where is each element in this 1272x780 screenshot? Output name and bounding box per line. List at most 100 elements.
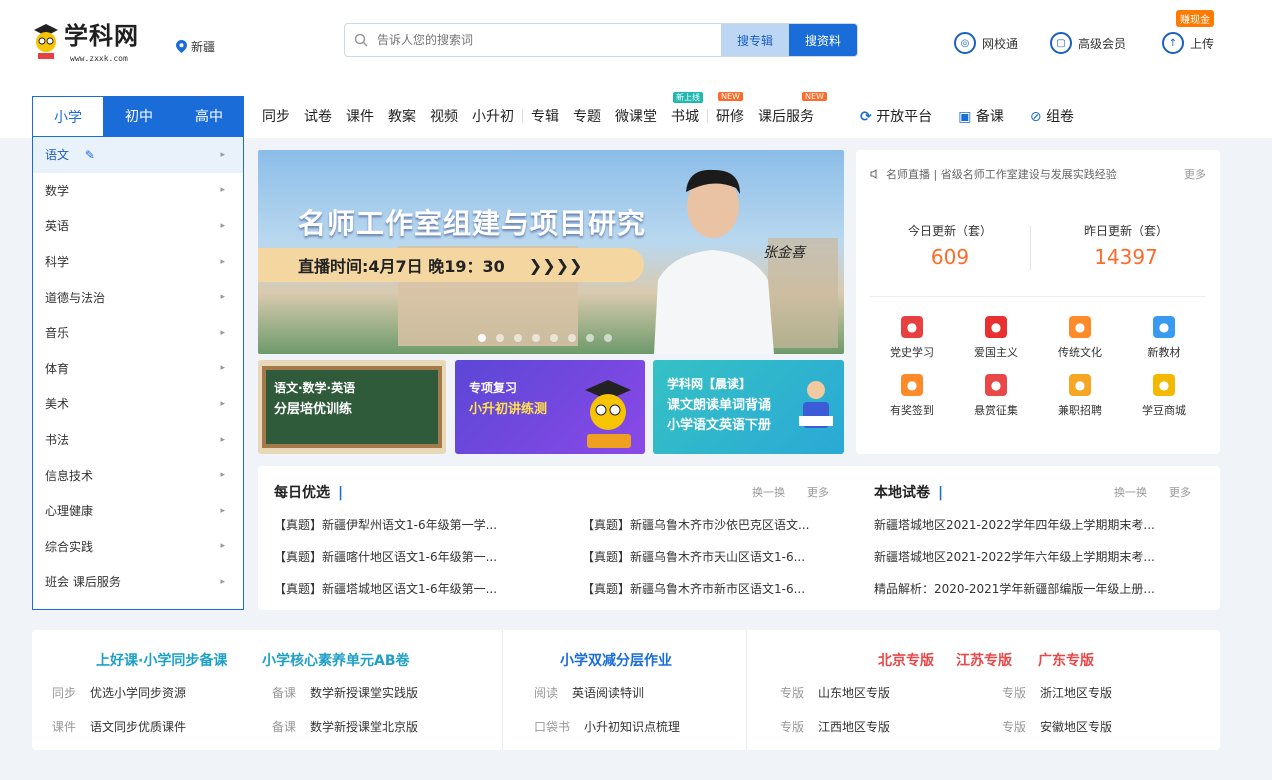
school-link[interactable]: ◎ 网校通 xyxy=(954,32,1018,54)
special-link[interactable]: 专版 山东地区专版 xyxy=(780,684,890,701)
search-input[interactable] xyxy=(377,24,721,56)
local-title: 本地试卷 | xyxy=(874,482,943,502)
sidebar-item[interactable]: 音乐 ▸ xyxy=(33,315,243,351)
beijing-edition-heading[interactable]: 北京专版 xyxy=(878,650,934,670)
sidebar-item[interactable]: 心理健康 ▸ xyxy=(33,493,243,529)
special-link[interactable]: 专版 安徽地区专版 xyxy=(1002,718,1112,735)
sidebar-item-label: 信息技术 xyxy=(45,468,94,483)
chevron-right-icon: ▸ xyxy=(220,292,225,303)
jiangsu-edition-heading[interactable]: 江苏专版 xyxy=(956,650,1012,670)
list-item[interactable]: 新疆塔城地区2021-2022学年四年级上学期期末考... xyxy=(874,516,1194,533)
tab-senior[interactable]: 高中 xyxy=(174,96,244,136)
nav-video[interactable]: 视频 xyxy=(430,106,458,126)
nav-prepare[interactable]: ▣ 备课 xyxy=(958,106,1004,126)
special-link[interactable]: 专版 浙江地区专版 xyxy=(1002,684,1112,701)
site-logo[interactable]: 学科网 www.zxxk.com xyxy=(30,22,160,68)
carousel-dot[interactable] xyxy=(514,334,522,342)
nav-micro-class[interactable]: 微课堂 xyxy=(615,106,657,126)
list-item[interactable]: 【真题】新疆塔城地区语文1-6年级第一... xyxy=(274,580,532,597)
special-link[interactable]: 阅读 英语阅读特训 xyxy=(534,684,644,701)
promo-card-reading[interactable]: 学科网【晨读】 课文朗读单词背诵 小学语文英语下册 xyxy=(653,360,844,454)
sidebar-item[interactable]: 信息技术 ▸ xyxy=(33,457,243,493)
sidebar-item[interactable]: 道德与法治 ▸ xyxy=(33,279,243,315)
chevron-right-icon: ▸ xyxy=(220,470,225,481)
search-bar: 搜专辑 搜资料 xyxy=(344,23,858,57)
nav-topic[interactable]: 专题 xyxy=(573,106,601,126)
daily-swap-link[interactable]: 换一换 xyxy=(752,484,785,500)
feature-item[interactable]: ● 传统文化 xyxy=(1038,316,1122,360)
book-icon: ● xyxy=(1153,316,1175,338)
feature-item[interactable]: ● 学豆商城 xyxy=(1122,374,1206,418)
list-item[interactable]: 新疆塔城地区2021-2022学年六年级上学期期末考... xyxy=(874,548,1194,565)
nav-open-platform[interactable]: ⟳ 开放平台 xyxy=(860,106,932,126)
tab-junior[interactable]: 初中 xyxy=(104,96,174,136)
nav-lesson-plan[interactable]: 教案 xyxy=(388,106,416,126)
live-notice[interactable]: 名师直播 | 省级名师工作室建设与发展实践经验 更多 xyxy=(870,166,1206,182)
search-album-button[interactable]: 搜专辑 xyxy=(721,24,789,56)
sync-prep-heading[interactable]: 上好课·小学同步备课 xyxy=(96,650,227,670)
sidebar-item[interactable]: 班会 课后服务 ▸ xyxy=(33,564,243,600)
list-item[interactable]: 【真题】新疆乌鲁木齐市天山区语文1-6... xyxy=(582,548,840,565)
sidebar-item[interactable]: 体育 ▸ xyxy=(33,351,243,387)
upload-link[interactable]: ↑ 上传 xyxy=(1162,32,1214,54)
special-link[interactable]: 专版 江西地区专版 xyxy=(780,718,890,735)
promo-card-review[interactable]: 专项复习 小升初讲练测 xyxy=(455,360,645,454)
feature-item[interactable]: ● 兼职招聘 xyxy=(1038,374,1122,418)
feature-item[interactable]: ● 悬赏征集 xyxy=(954,374,1038,418)
sidebar-item[interactable]: 综合实践 ▸ xyxy=(33,529,243,565)
sidebar-item[interactable]: 数学 ▸ xyxy=(33,173,243,209)
ab-paper-heading[interactable]: 小学核心素养单元AB卷 xyxy=(262,650,410,670)
special-link[interactable]: 同步 优选小学同步资源 xyxy=(52,684,186,701)
location-selector[interactable]: 新疆 xyxy=(176,38,215,55)
special-link[interactable]: 备课 数学新授课堂实践版 xyxy=(272,684,418,701)
carousel-dot[interactable] xyxy=(568,334,576,342)
carousel-dot[interactable] xyxy=(478,334,486,342)
nav-exam[interactable]: 试卷 xyxy=(304,106,332,126)
guangdong-edition-heading[interactable]: 广东专版 xyxy=(1038,650,1094,670)
nav-album[interactable]: 专辑 xyxy=(531,106,559,126)
feature-item[interactable]: ● 爱国主义 xyxy=(954,316,1038,360)
double-reduction-heading[interactable]: 小学双减分层作业 xyxy=(560,650,672,670)
tab-primary[interactable]: 小学 xyxy=(32,96,104,136)
nav-sync[interactable]: 同步 xyxy=(262,106,290,126)
sidebar-item-label: 美术 xyxy=(45,397,70,412)
nav-training[interactable]: NEW 研修 xyxy=(716,92,744,126)
live-more-link[interactable]: 更多 xyxy=(1184,166,1206,182)
special-link[interactable]: 口袋书 小升初知识点梳理 xyxy=(534,718,680,735)
promo-card-layered[interactable]: 语文·数学·英语 分层培优训练 xyxy=(258,360,446,454)
nav-compose-paper[interactable]: ⊘ 组卷 xyxy=(1030,106,1074,126)
list-item[interactable]: 【真题】新疆乌鲁木齐市沙依巴克区语文... xyxy=(582,516,840,533)
feature-item[interactable]: ● 新教材 xyxy=(1122,316,1206,360)
earn-cash-badge[interactable]: 赚现金 xyxy=(1176,10,1214,27)
carousel-dot[interactable] xyxy=(496,334,504,342)
list-item[interactable]: 精品解析：2020-2021学年新疆部编版一年级上册... xyxy=(874,580,1194,597)
hero-banner[interactable]: 名师工作室组建与项目研究 直播时间:4月7日 晚19：30 ❯❯❯❯ 张金喜 xyxy=(258,150,844,354)
feature-item[interactable]: ● 有奖签到 xyxy=(870,374,954,418)
sidebar-item[interactable]: 书法 ▸ xyxy=(33,422,243,458)
carousel-dot[interactable] xyxy=(586,334,594,342)
list-item[interactable]: 【真题】新疆伊犁州语文1-6年级第一学... xyxy=(274,516,532,533)
special-link[interactable]: 备课 数学新授课堂北京版 xyxy=(272,718,418,735)
list-item[interactable]: 【真题】新疆乌鲁木齐市新市区语文1-6... xyxy=(582,580,840,597)
vip-link[interactable]: ▢ 高级会员 xyxy=(1050,32,1126,54)
feature-item[interactable]: ● 党史学习 xyxy=(870,316,954,360)
special-link[interactable]: 课件 语文同步优质课件 xyxy=(52,718,186,735)
list-item[interactable]: 【真题】新疆喀什地区语文1-6年级第一... xyxy=(274,548,532,565)
local-more-link[interactable]: 更多 xyxy=(1169,484,1191,500)
special-tag: 备课 xyxy=(272,720,297,734)
sidebar-item[interactable]: 科学 ▸ xyxy=(33,244,243,280)
sidebar-item[interactable]: 语文 ✎ ▸ xyxy=(33,137,243,173)
nav-bookstore[interactable]: 新上线 书城 xyxy=(671,92,703,126)
carousel-dot[interactable] xyxy=(604,334,612,342)
sidebar-item[interactable]: 英语 ▸ xyxy=(33,208,243,244)
nav-after-school[interactable]: NEW 课后服务 xyxy=(758,92,827,126)
carousel-dot[interactable] xyxy=(550,334,558,342)
location-label: 新疆 xyxy=(191,40,216,54)
nav-courseware[interactable]: 课件 xyxy=(346,106,374,126)
carousel-dot[interactable] xyxy=(532,334,540,342)
sidebar-item[interactable]: 美术 ▸ xyxy=(33,386,243,422)
nav-xiaoshengchu[interactable]: 小升初 xyxy=(472,106,514,126)
search-resource-button[interactable]: 搜资料 xyxy=(789,24,857,56)
daily-more-link[interactable]: 更多 xyxy=(807,484,829,500)
local-swap-link[interactable]: 换一换 xyxy=(1114,484,1147,500)
